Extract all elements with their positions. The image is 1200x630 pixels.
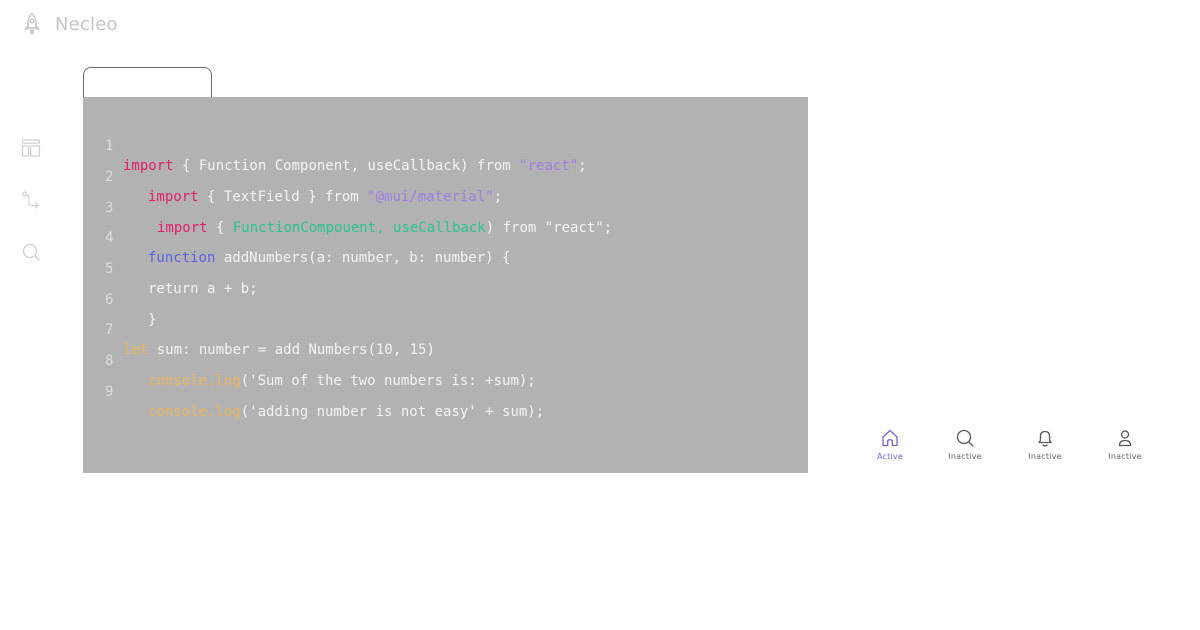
code-line: 4 function addNumbers(a: number, b: numb…: [83, 208, 808, 266]
home-icon: [882, 429, 898, 447]
search-icon[interactable]: [21, 242, 41, 262]
nav-label: Inactive: [1028, 452, 1062, 461]
nav-label: Inactive: [948, 452, 982, 461]
code-line: 6 }: [83, 270, 808, 328]
code-editor[interactable]: 1 import { Function Component, useCallba…: [83, 97, 808, 473]
code-line: 1 import { Function Component, useCallba…: [83, 116, 808, 174]
nav-item-notifications[interactable]: Inactive: [1005, 428, 1085, 466]
code-line: 2 import { TextField } from "@mui/materi…: [83, 147, 808, 205]
nav-item-profile[interactable]: Inactive: [1085, 428, 1165, 466]
layout-icon[interactable]: [21, 138, 41, 158]
line-code: console.log('adding number is not easy' …: [148, 402, 544, 422]
user-icon: [1118, 430, 1132, 447]
nav-label: Inactive: [1108, 452, 1142, 461]
bell-icon: [1038, 430, 1052, 447]
code-token: console.log: [148, 404, 241, 420]
nav-label: Active: [877, 452, 903, 461]
app-title: Necleo: [55, 13, 118, 35]
bottom-nav: Active Inactive Inactive Inactive: [850, 428, 1170, 466]
nav-item-search[interactable]: Inactive: [925, 428, 1005, 466]
rocket-icon: [24, 12, 40, 36]
route-icon[interactable]: [21, 190, 41, 210]
code-line: 3 import { FunctionCompouent, useCallbac…: [83, 178, 808, 236]
code-line: 7 let sum: number = add Numbers(10, 15): [83, 300, 808, 358]
code-line: 9 console.log('adding number is not easy…: [83, 362, 808, 420]
app-logo[interactable]: Necleo: [21, 12, 118, 36]
line-number: 9: [105, 384, 114, 400]
code-line: 5 return a + b;: [83, 239, 808, 297]
nav-item-home[interactable]: Active: [850, 428, 930, 466]
code-line: 8 console.log('Sum of the two numbers is…: [83, 331, 808, 389]
search-icon: [956, 429, 974, 447]
code-token: ('adding number is not easy' + sum);: [240, 404, 545, 420]
editor-tab[interactable]: [83, 67, 212, 98]
